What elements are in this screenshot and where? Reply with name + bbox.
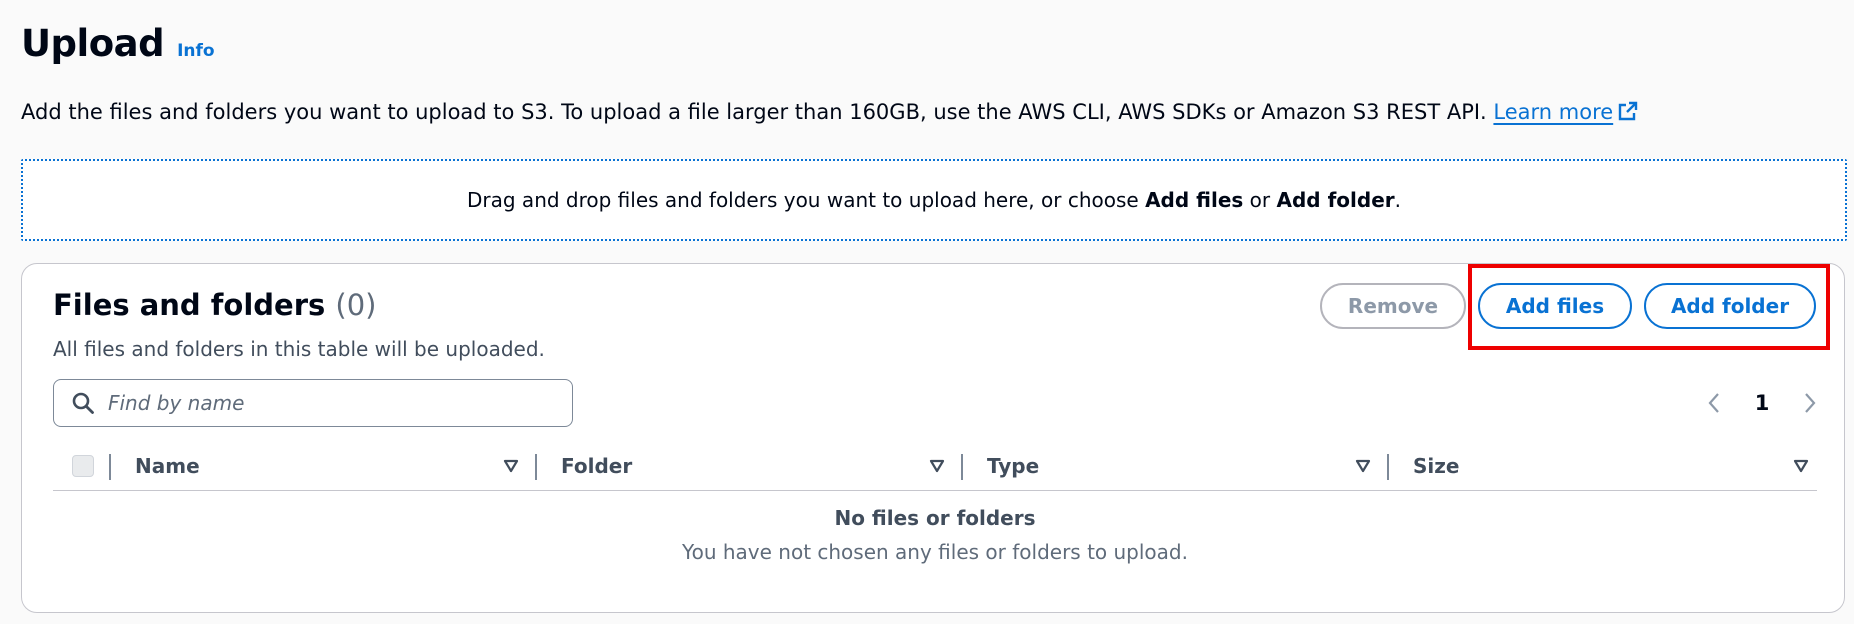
learn-more-link[interactable]: Learn more [1493,100,1613,124]
sort-caret-icon[interactable] [503,458,519,477]
learn-more-label: Learn more [1493,100,1614,124]
external-link-icon[interactable] [1617,100,1639,127]
column-header-type[interactable]: Type [963,442,1389,490]
panel-title-text: Files and folders [53,288,326,322]
current-page-number[interactable]: 1 [1755,391,1770,415]
info-link[interactable]: Info [177,41,215,61]
drop-zone[interactable]: Drag and drop files and folders you want… [21,159,1847,241]
chevron-right-icon[interactable] [1798,388,1822,418]
search-icon [70,390,96,416]
column-header-name[interactable]: Name [111,442,537,490]
description-text: Add the files and folders you want to up… [21,100,1494,124]
dropzone-text: Drag and drop files and folders you want… [467,188,1401,212]
dropzone-add-files-hint: Add files [1145,188,1244,212]
sort-caret-icon[interactable] [929,458,945,477]
column-label-size: Size [1413,454,1460,478]
column-label-name: Name [135,454,200,478]
column-header-size[interactable]: Size [1389,442,1817,490]
add-files-button[interactable]: Add files [1478,283,1632,329]
panel-subtitle: All files and folders in this table will… [53,337,545,361]
dropzone-text-after: . [1394,188,1401,212]
empty-state-description: You have not chosen any files or folders… [682,540,1188,564]
column-label-folder: Folder [561,454,633,478]
page-description: Add the files and folders you want to up… [21,100,1639,127]
dropzone-text-before: Drag and drop files and folders you want… [467,188,1146,212]
files-and-folders-panel: Files and folders (0) All files and fold… [21,263,1845,613]
panel-title: Files and folders (0) [53,288,376,322]
search-input[interactable] [106,390,550,416]
sort-caret-icon[interactable] [1793,458,1809,477]
column-header-folder[interactable]: Folder [537,442,963,490]
dropzone-text-or: or [1243,188,1277,212]
page-header: Upload Info [21,22,215,65]
search-box[interactable] [53,379,573,427]
file-count: (0) [335,288,377,322]
table-header: Name Folder Type Size [53,442,1817,491]
column-label-type: Type [987,454,1040,478]
remove-button[interactable]: Remove [1320,283,1466,329]
dropzone-add-folder-hint: Add folder [1276,188,1395,212]
page-title: Upload [21,22,165,65]
add-folder-button[interactable]: Add folder [1644,283,1816,329]
chevron-left-icon[interactable] [1702,388,1726,418]
select-all-checkbox[interactable] [72,455,94,477]
empty-state: No files or folders You have not chosen … [53,506,1817,564]
sort-caret-icon[interactable] [1355,458,1371,477]
pagination: 1 [1702,386,1822,420]
empty-state-title: No files or folders [834,506,1036,530]
